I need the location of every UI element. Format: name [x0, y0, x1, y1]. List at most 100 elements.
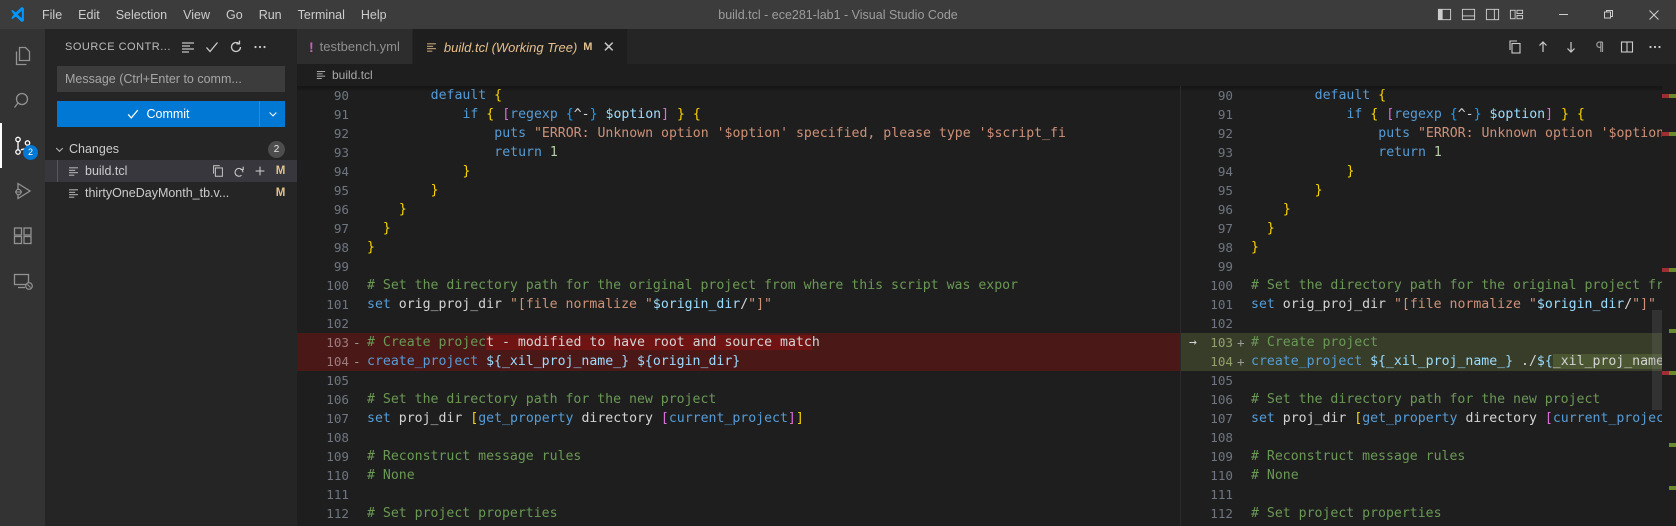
open-changes-icon[interactable] [1502, 33, 1528, 61]
code-line[interactable]: 102 [1181, 314, 1676, 333]
open-file-icon[interactable] [211, 164, 225, 178]
code-line[interactable]: 101 set orig_proj_dir "[file normalize "$… [1181, 295, 1676, 314]
code-line[interactable]: 93 return 1 [1181, 143, 1676, 162]
code-line[interactable]: 92 puts "ERROR: Unknown option '$option'… [297, 124, 1180, 143]
more-actions-icon[interactable] [1642, 33, 1668, 61]
commit-message-input[interactable] [57, 66, 285, 92]
stage-changes-icon[interactable] [253, 164, 267, 178]
breadcrumb[interactable]: build.tcl [297, 64, 1676, 86]
toggle-secondary-sidebar-icon[interactable] [1481, 4, 1503, 26]
previous-change-icon[interactable] [1530, 33, 1556, 61]
close-button[interactable] [1631, 0, 1676, 29]
code-line[interactable]: 111 [1181, 485, 1676, 504]
code-line[interactable]: 104- create_project ${_xil_proj_name_} ${… [297, 352, 1180, 371]
activity-item-explorer[interactable] [0, 33, 45, 78]
code-line[interactable]: 109 # Reconstruct message rules [297, 447, 1180, 466]
code-line[interactable]: → 103 + # Create project [1181, 333, 1676, 352]
code-line[interactable]: 112 # Set project properties [1181, 504, 1676, 523]
diff-pane-original[interactable]: 90 default {91 if { [regexp {^-} $option… [297, 86, 1181, 526]
code-line[interactable]: 108 [297, 428, 1180, 447]
tab-build-tcl-working-tree[interactable]: build.tcl (Working Tree) M ✕ [412, 29, 629, 64]
code-line[interactable]: 105 [297, 371, 1180, 390]
code-line[interactable]: 96 } [1181, 200, 1676, 219]
commit-button[interactable]: Commit [57, 101, 259, 127]
menu-view[interactable]: View [175, 5, 218, 25]
changes-file-row-thirtyonedaymonth[interactable]: thirtyOneDayMonth_tb.v... M [45, 182, 297, 204]
code-line[interactable]: 100 # Set the directory path for the orig… [1181, 276, 1676, 295]
code-line[interactable]: 101 set orig_proj_dir "[file normalize "$… [297, 295, 1180, 314]
activity-item-run-and-debug[interactable] [0, 168, 45, 213]
diff-pane-modified[interactable]: 90 default {91 if { [regexp {^-} $option… [1181, 86, 1676, 526]
toggle-panel-icon[interactable] [1457, 4, 1479, 26]
code-line[interactable]: 97 } [297, 219, 1180, 238]
code-line[interactable]: 94 } [297, 162, 1180, 181]
whitespace-icon[interactable] [1586, 33, 1612, 61]
menu-help[interactable]: Help [353, 5, 395, 25]
commit-dropdown-button[interactable] [259, 101, 285, 127]
code-line[interactable]: 91 if { [regexp {^-} $option] } { [297, 105, 1180, 124]
menu-run[interactable]: Run [251, 5, 290, 25]
minimap-slider[interactable] [1652, 310, 1662, 410]
code-line[interactable]: 106 # Set the directory path for the new … [1181, 390, 1676, 409]
code-line[interactable]: 112 # Set project properties [297, 504, 1180, 523]
split-editor-icon[interactable] [1614, 33, 1640, 61]
line-number: 100 [1210, 278, 1233, 293]
code-line[interactable]: 95 } [1181, 181, 1676, 200]
menu-selection[interactable]: Selection [108, 5, 175, 25]
code-line[interactable]: 99 [297, 257, 1180, 276]
activity-item-source-control[interactable]: 2 [0, 123, 45, 168]
code-line[interactable]: 111 [297, 485, 1180, 504]
code-line[interactable]: 109 # Reconstruct message rules [1181, 447, 1676, 466]
code-line[interactable]: 90 default { [1181, 86, 1676, 105]
code-line[interactable]: 107 set proj_dir [get_property directory … [1181, 409, 1676, 428]
code-line[interactable]: 91 if { [regexp {^-} $option] } { [1181, 105, 1676, 124]
menu-terminal[interactable]: Terminal [290, 5, 353, 25]
code-line[interactable]: 96 } [297, 200, 1180, 219]
code-line[interactable]: 110 # None [1181, 466, 1676, 485]
line-number: 91 [1217, 107, 1233, 122]
code-line[interactable]: 95 } [297, 181, 1180, 200]
commit-check-icon[interactable] [201, 36, 223, 58]
menu-go[interactable]: Go [218, 5, 251, 25]
tab-close-icon[interactable]: ✕ [602, 40, 615, 55]
line-text: # Set the directory path for the origina… [1251, 278, 1676, 293]
menu-edit[interactable]: Edit [70, 5, 108, 25]
activity-item-extensions[interactable] [0, 213, 45, 258]
code-line[interactable]: 90 default { [297, 86, 1180, 105]
code-line[interactable]: 92 puts "ERROR: Unknown option '$option'… [1181, 124, 1676, 143]
code-line[interactable]: 97 } [1181, 219, 1676, 238]
activity-item-search[interactable] [0, 78, 45, 123]
menu-file[interactable]: File [34, 5, 70, 25]
toggle-primary-sidebar-icon[interactable] [1433, 4, 1455, 26]
code-line[interactable]: 107 set proj_dir [get_property directory … [297, 409, 1180, 428]
tab-testbench-yml[interactable]: ! testbench.yml [297, 29, 413, 64]
view-as-list-icon[interactable] [177, 36, 199, 58]
code-line[interactable]: 100 # Set the directory path for the orig… [297, 276, 1180, 295]
code-line[interactable]: 99 [1181, 257, 1676, 276]
more-actions-icon[interactable] [249, 36, 271, 58]
line-number: 110 [326, 468, 349, 483]
restore-button[interactable] [1586, 0, 1631, 29]
code-line[interactable]: 102 [297, 314, 1180, 333]
discard-changes-icon[interactable] [232, 164, 246, 178]
code-line[interactable]: 105 [1181, 371, 1676, 390]
customize-layout-icon[interactable] [1505, 4, 1527, 26]
line-text: } [382, 221, 391, 236]
code-line[interactable]: 98} [297, 238, 1180, 257]
refresh-icon[interactable] [225, 36, 247, 58]
code-line[interactable]: 106 # Set the directory path for the new … [297, 390, 1180, 409]
code-line[interactable]: 93 return 1 [297, 143, 1180, 162]
code-line[interactable]: 98} [1181, 238, 1676, 257]
next-change-icon[interactable] [1558, 33, 1584, 61]
code-line[interactable]: 108 [1181, 428, 1676, 447]
code-line[interactable]: 104 + create_project ${_xil_proj_name_} ./… [1181, 352, 1676, 371]
minimize-button[interactable] [1541, 0, 1586, 29]
overview-ruler[interactable] [1662, 86, 1676, 526]
activity-item-remote-explorer[interactable] [0, 258, 45, 303]
line-number: 109 [326, 449, 349, 464]
code-line[interactable]: 94 } [1181, 162, 1676, 181]
code-line[interactable]: 103- # Create project - modified to have … [297, 333, 1180, 352]
changes-file-row-build-tcl[interactable]: build.tcl M [45, 160, 297, 182]
code-line[interactable]: 110 # None [297, 466, 1180, 485]
changes-section-header[interactable]: Changes 2 [45, 138, 297, 160]
